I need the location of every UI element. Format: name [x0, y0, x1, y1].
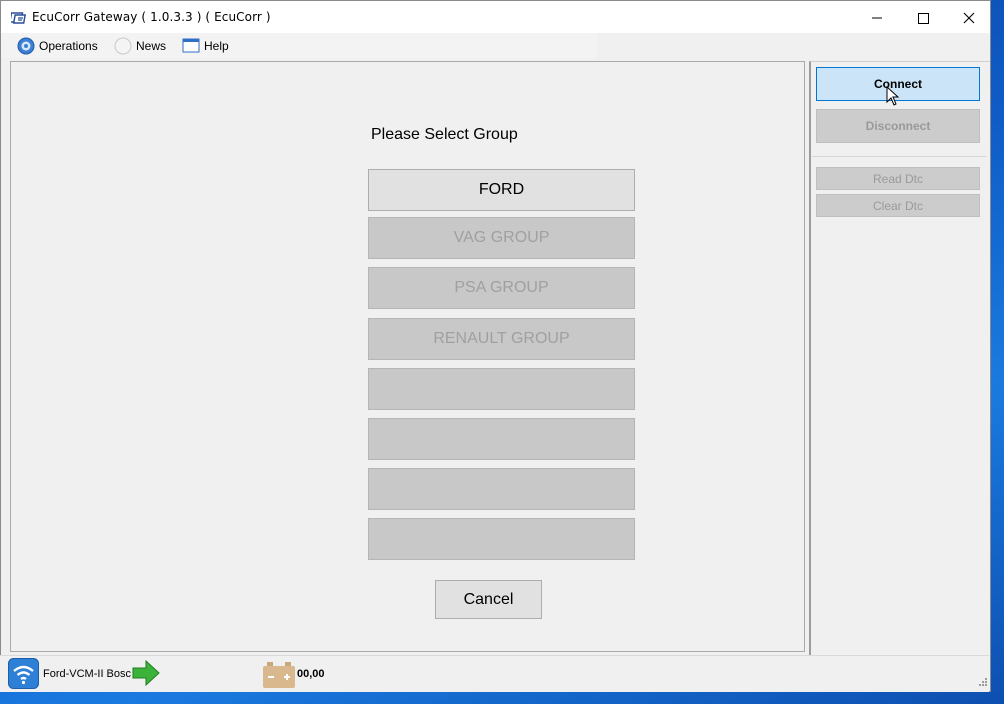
- device-label: Ford-VCM-II Bosc: [43, 668, 132, 680]
- globe-icon: [17, 37, 35, 54]
- title-bar[interactable]: EcuCorr Gateway ( 1.0.3.3 ) ( EcuCorr ): [1, 1, 990, 33]
- mouse-cursor-icon: [886, 86, 900, 106]
- group-button-renault[interactable]: RENAULT GROUP: [368, 318, 635, 360]
- menu-news[interactable]: News: [114, 33, 166, 58]
- menu-operations-label: Operations: [39, 38, 98, 53]
- menu-help-label: Help: [204, 38, 229, 53]
- close-icon: [963, 12, 975, 24]
- menu-news-label: News: [136, 38, 167, 53]
- group-button-psa[interactable]: PSA GROUP: [368, 267, 635, 309]
- window-icon: [182, 38, 200, 52]
- maximize-icon: [918, 13, 929, 24]
- group-button-ford[interactable]: FORD: [368, 169, 635, 211]
- voltage-readout: 00,00: [297, 668, 325, 680]
- maximize-button[interactable]: [900, 1, 946, 33]
- cancel-button[interactable]: Cancel: [435, 580, 542, 619]
- read-dtc-button[interactable]: Read Dtc: [816, 167, 980, 190]
- battery-icon: [263, 662, 295, 688]
- window-title: EcuCorr Gateway ( 1.0.3.3 ) ( EcuCorr ): [32, 10, 271, 24]
- menu-operations[interactable]: Operations: [17, 33, 98, 58]
- disconnect-button[interactable]: Disconnect: [816, 109, 980, 143]
- group-button-empty-3[interactable]: [368, 468, 635, 510]
- app-logo-icon: [11, 12, 27, 24]
- arrow-right-icon: [132, 659, 160, 687]
- resize-grip-icon[interactable]: [976, 677, 988, 689]
- group-button-empty-2[interactable]: [368, 418, 635, 460]
- group-button-vag[interactable]: VAG GROUP: [368, 217, 635, 259]
- close-button[interactable]: [946, 1, 992, 33]
- clear-dtc-button[interactable]: Clear Dtc: [816, 194, 980, 217]
- menu-help[interactable]: Help: [182, 33, 229, 58]
- page-title: Please Select Group: [371, 126, 518, 143]
- minimize-icon: [872, 17, 882, 19]
- action-panel: [809, 61, 990, 655]
- menu-bar: Operations News Help: [1, 33, 597, 58]
- wifi-icon: [8, 658, 39, 689]
- group-button-empty-4[interactable]: [368, 518, 635, 560]
- group-button-empty-1[interactable]: [368, 368, 635, 410]
- side-divider: [812, 156, 987, 157]
- minimize-button[interactable]: [854, 1, 900, 33]
- news-icon: [114, 37, 132, 54]
